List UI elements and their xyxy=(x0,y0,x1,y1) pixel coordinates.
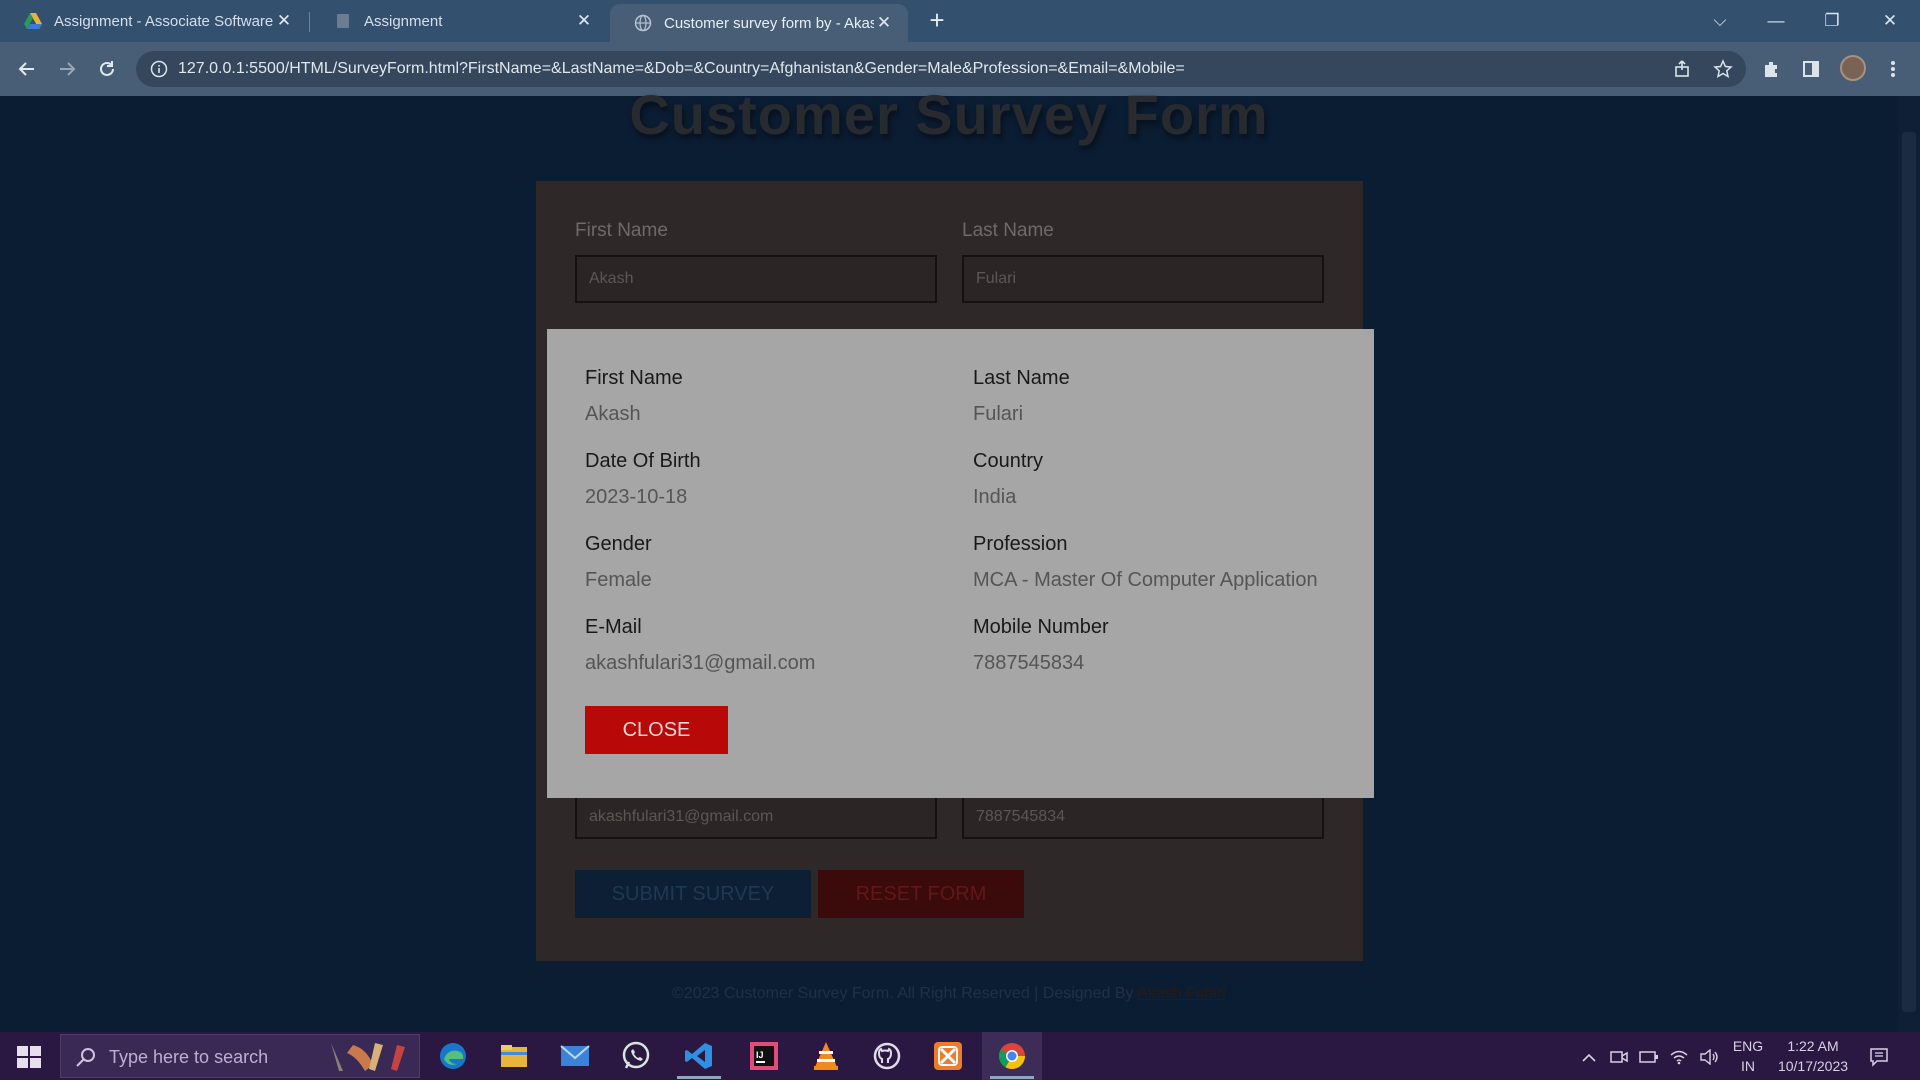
meet-now-icon[interactable] xyxy=(1608,1046,1630,1068)
url-text[interactable]: 127.0.0.1:5500/HTML/SurveyForm.html?Firs… xyxy=(178,60,1185,78)
tab-label: Assignment - Associate Software xyxy=(54,12,274,30)
submit-survey-button[interactable]: SUBMIT SURVEY xyxy=(575,870,811,918)
page-title: Customer Survey Form xyxy=(629,83,1269,146)
tab-search-chevron-icon[interactable]: ⌵ xyxy=(1692,4,1748,38)
minimize-icon[interactable]: — xyxy=(1748,4,1804,38)
page-scrollbar[interactable] xyxy=(1898,96,1920,1032)
info-icon[interactable] xyxy=(150,60,168,78)
tab-label: Customer survey form by - Akash xyxy=(664,14,874,32)
tab-customer-survey[interactable]: Customer survey form by - Akash ✕ xyxy=(610,4,908,42)
modal-dob-label: Date Of Birth xyxy=(585,450,701,472)
modal-email-value: akashfulari31@gmail.com xyxy=(585,652,816,674)
region-code: IN xyxy=(1741,1058,1755,1074)
modal-mobile-label: Mobile Number xyxy=(973,616,1109,638)
modal-email-label: E-Mail xyxy=(585,616,642,638)
modal-profession-value: MCA - Master Of Computer Application xyxy=(973,569,1318,591)
file-explorer-icon[interactable] xyxy=(484,1032,544,1080)
globe-icon xyxy=(634,14,652,32)
forward-icon[interactable] xyxy=(52,54,82,84)
mail-icon[interactable] xyxy=(545,1032,605,1080)
vlc-icon[interactable] xyxy=(796,1032,856,1080)
modal-first-name-value: Akash xyxy=(585,403,641,425)
search-highlight-illustration-icon xyxy=(331,1043,405,1071)
clock-time: 1:22 AM xyxy=(1787,1038,1839,1054)
footer-author-link[interactable]: Akash Fulari xyxy=(1137,985,1226,1002)
wifi-icon[interactable] xyxy=(1668,1046,1690,1068)
share-icon[interactable] xyxy=(1670,56,1696,82)
svg-text:IJ: IJ xyxy=(756,1050,764,1060)
show-hidden-icons-chevron-icon[interactable] xyxy=(1578,1046,1600,1068)
modal-first-name-label: First Name xyxy=(585,367,683,389)
first-name-field[interactable]: Akash xyxy=(575,255,937,303)
close-button[interactable]: CLOSE xyxy=(585,706,728,754)
intellij-icon[interactable]: IJ xyxy=(734,1032,794,1080)
google-drive-icon xyxy=(24,13,42,29)
windows-start-icon[interactable] xyxy=(14,1044,44,1070)
last-name-label: Last Name xyxy=(962,220,1054,241)
windows-taskbar: Type here to search IJ ENG IN 1:22 AM 10… xyxy=(0,1032,1920,1080)
new-tab-button[interactable]: + xyxy=(922,6,952,36)
close-icon[interactable]: ✕ xyxy=(574,11,594,31)
menu-kebab-icon[interactable] xyxy=(1880,56,1906,82)
search-icon xyxy=(76,1048,95,1067)
page-footer: ©2023 Customer Survey Form. All Right Re… xyxy=(0,985,1898,1003)
tab-label: Assignment xyxy=(364,12,443,30)
browser-tab-bar: Assignment - Associate Software ✕ Assign… xyxy=(0,0,1920,42)
restore-icon[interactable]: ❐ xyxy=(1804,4,1860,38)
modal-last-name-value: Fulari xyxy=(973,403,1024,425)
first-name-label: First Name xyxy=(575,220,668,241)
github-icon[interactable] xyxy=(857,1032,917,1080)
battery-icon[interactable] xyxy=(1638,1046,1660,1068)
close-window-icon[interactable]: ✕ xyxy=(1862,4,1918,38)
modal-gender-value: Female xyxy=(585,569,652,591)
tab-assignment[interactable]: Assignment ✕ xyxy=(310,0,608,42)
tab-assignment-associate[interactable]: Assignment - Associate Software ✕ xyxy=(0,0,308,42)
modal-gender-label: Gender xyxy=(585,533,652,555)
search-placeholder: Type here to search xyxy=(109,1047,269,1067)
back-icon[interactable] xyxy=(12,54,42,84)
reload-icon[interactable] xyxy=(92,54,122,84)
volume-icon[interactable] xyxy=(1698,1046,1720,1068)
bookmark-star-icon[interactable] xyxy=(1710,56,1736,82)
document-icon xyxy=(337,14,349,28)
whatsapp-icon[interactable] xyxy=(606,1032,666,1080)
language-code: ENG xyxy=(1732,1038,1764,1054)
close-icon[interactable]: ✕ xyxy=(274,11,294,31)
last-name-field[interactable]: Fulari xyxy=(962,255,1324,303)
xampp-icon[interactable] xyxy=(918,1032,978,1080)
chrome-icon[interactable] xyxy=(982,1032,1042,1080)
modal-last-name-label: Last Name xyxy=(973,367,1070,389)
profile-avatar[interactable] xyxy=(1840,55,1866,81)
clock[interactable]: 1:22 AM 10/17/2023 xyxy=(1770,1036,1856,1076)
mobile-field[interactable]: 7887545834 xyxy=(962,795,1324,839)
modal-mobile-value: 7887545834 xyxy=(973,652,1085,674)
close-icon[interactable]: ✕ xyxy=(874,13,894,33)
footer-text: ©2023 Customer Survey Form. All Right Re… xyxy=(672,985,1138,1002)
side-panel-icon[interactable] xyxy=(1798,56,1824,82)
email-field[interactable]: akashfulari31@gmail.com xyxy=(575,795,937,839)
taskbar-search-box[interactable]: Type here to search xyxy=(60,1034,420,1078)
modal-country-label: Country xyxy=(973,450,1044,472)
modal-dob-value: 2023-10-18 xyxy=(585,486,688,508)
clock-date: 10/17/2023 xyxy=(1777,1058,1849,1074)
scrollbar-thumb[interactable] xyxy=(1902,132,1916,1012)
input-language-indicator[interactable]: ENG IN xyxy=(1726,1036,1770,1076)
modal-profession-label: Profession xyxy=(973,533,1068,555)
notifications-icon[interactable] xyxy=(1868,1046,1890,1068)
reset-form-button[interactable]: RESET FORM xyxy=(818,870,1024,918)
extensions-icon[interactable] xyxy=(1758,56,1784,82)
modal-country-value: India xyxy=(973,486,1017,508)
survey-result-modal: First Name Akash Last Name Fulari Date O… xyxy=(547,329,1374,798)
edge-icon[interactable] xyxy=(423,1032,483,1080)
vscode-icon[interactable] xyxy=(669,1032,729,1080)
